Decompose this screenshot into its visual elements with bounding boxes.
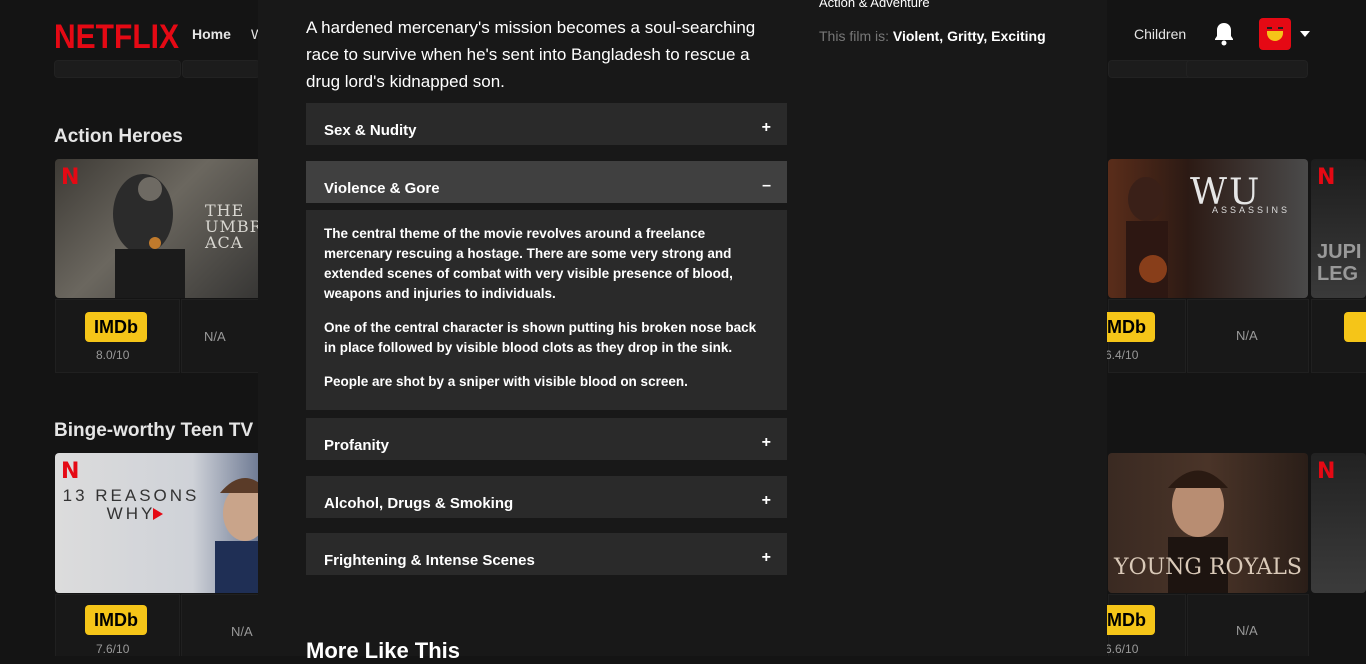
traits-label: This film is: — [819, 28, 889, 44]
row-title-binge-worthy-teen-tv[interactable]: Binge-worthy Teen TV — [54, 420, 253, 442]
row-title-action-heroes[interactable]: Action Heroes — [54, 126, 183, 148]
accordion-label: Alcohol, Drugs & Smoking — [324, 495, 514, 512]
imdb-score: 7.6/10 — [96, 642, 130, 656]
expand-plus-icon[interactable]: + — [762, 549, 771, 567]
accordion-violence-gore-content: The central theme of the movie revolves … — [306, 210, 787, 410]
avatar-eye-left — [1267, 27, 1272, 29]
title-poster[interactable]: N JUPI LEG — [1311, 159, 1366, 298]
genre-text[interactable]: Action & Adventure — [819, 0, 930, 10]
prev-row-tile — [182, 60, 260, 78]
profile-avatar-icon[interactable] — [1259, 18, 1291, 50]
netflix-n-badge: N — [1317, 459, 1336, 484]
rating-panel-imdb: IM — [1311, 299, 1366, 373]
bell-icon[interactable] — [1212, 21, 1236, 47]
expand-plus-icon[interactable]: + — [762, 119, 771, 137]
accordion-frightening-intense-scenes[interactable]: Frightening & Intense Scenes + — [306, 533, 787, 575]
imdb-badge: IM — [1344, 312, 1366, 342]
rating-na: N/A — [204, 329, 226, 344]
imdb-score: 6.6/10 — [1105, 642, 1139, 656]
accordion-alcohol-drugs-smoking[interactable]: Alcohol, Drugs & Smoking + — [306, 476, 787, 518]
prev-row-tile — [1186, 60, 1308, 78]
imdb-score: 8.0/10 — [96, 348, 130, 362]
rating-panel-na: N/A — [181, 299, 260, 373]
title-detail-modal: A hardened mercenary's mission becomes a… — [258, 0, 1107, 663]
rating-na: N/A — [1236, 328, 1258, 343]
title-poster[interactable]: WU ASSASSINS — [1108, 159, 1308, 298]
accordion-sex-nudity[interactable]: Sex & Nudity + — [306, 103, 787, 145]
rating-panel-na: N/A — [1187, 594, 1309, 656]
poster-title-text: YOUNG ROYALS — [1114, 555, 1302, 580]
title-poster[interactable]: N — [1311, 453, 1366, 593]
netflix-n-badge: N — [61, 165, 80, 190]
content-paragraph: The central theme of the movie revolves … — [324, 226, 733, 301]
rating-panel-imdb: IMDb 6.4/10 — [1093, 299, 1186, 373]
imdb-score: 6.4/10 — [1105, 348, 1139, 362]
accordion-label: Sex & Nudity — [324, 122, 417, 139]
content-paragraph: One of the central character is shown pu… — [324, 320, 757, 355]
collapse-minus-icon[interactable]: – — [762, 177, 771, 195]
rating-panel-imdb: IMDb 6.6/10 — [1093, 594, 1186, 656]
accordion-label: Violence & Gore — [324, 180, 440, 197]
netflix-n-badge: N — [1317, 165, 1336, 190]
accordion-label: Frightening & Intense Scenes — [324, 552, 535, 569]
accordion-profanity[interactable]: Profanity + — [306, 418, 787, 460]
avatar-eye-right — [1278, 27, 1283, 29]
nav-home-link[interactable]: Home — [192, 26, 231, 42]
avatar-mouth — [1267, 31, 1283, 41]
rating-panel-na: N/A — [181, 594, 260, 656]
traits-value[interactable]: Violent, Gritty, Exciting — [893, 28, 1046, 44]
rating-panel-imdb: IMDb 7.6/10 — [55, 594, 180, 656]
poster-title-text: JUPI LEG — [1317, 241, 1362, 285]
accordion-label: Profanity — [324, 437, 390, 454]
film-traits: This film is: Violent, Gritty, Exciting — [819, 28, 1046, 44]
rating-na: N/A — [1236, 623, 1258, 638]
expand-plus-icon[interactable]: + — [762, 492, 771, 510]
accordion-violence-gore[interactable]: Violence & Gore – — [306, 161, 787, 203]
rating-panel-na: N/A — [1187, 299, 1309, 373]
title-poster[interactable]: YOUNG ROYALS — [1108, 453, 1308, 593]
content-paragraph: People are shot by a sniper with visible… — [324, 374, 688, 389]
poster-subtitle-text: ASSASSINS — [1212, 205, 1291, 215]
imdb-badge: IMDb — [85, 605, 147, 635]
nav-children-link[interactable]: Children — [1134, 26, 1186, 42]
imdb-badge: IMDb — [85, 312, 147, 342]
netflix-logo[interactable]: NETFLIX — [54, 18, 179, 57]
rating-panel-imdb: IMDb 8.0/10 — [55, 299, 180, 373]
rating-na: N/A — [231, 624, 253, 639]
caret-down-icon[interactable] — [1300, 31, 1310, 37]
more-like-this-heading: More Like This — [306, 638, 461, 663]
expand-plus-icon[interactable]: + — [762, 434, 771, 452]
prev-row-tile — [54, 60, 181, 78]
title-synopsis: A hardened mercenary's mission becomes a… — [306, 18, 756, 91]
